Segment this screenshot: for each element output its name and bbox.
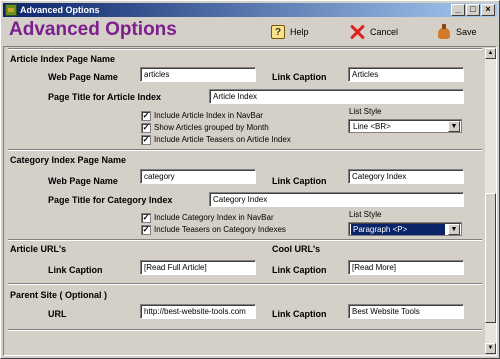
article-index-section-title: Article Index Page Name [10,54,116,64]
article-link-caption-label: Link Caption [272,72,327,82]
close-button[interactable]: × [481,4,495,16]
category-index-navbar-checkbox[interactable]: ✓ [141,213,151,223]
article-index-navbar-checkbox[interactable]: ✓ [141,111,151,121]
cancel-label: Cancel [370,27,399,37]
article-web-page-name-field[interactable]: articles [140,67,256,82]
help-label: Help [290,27,309,37]
article-list-style-select[interactable]: Line <BR> ▼ [348,119,462,133]
chevron-down-icon[interactable]: ▼ [448,224,460,235]
parent-site-url-label: URL [48,309,67,319]
category-index-section-title: Category Index Page Name [10,155,127,165]
category-list-style-select[interactable]: Paragraph <P> ▼ [348,222,462,236]
title-bar[interactable]: Advanced Options _ □ × [3,3,497,17]
category-list-style-value: Paragraph <P> [351,224,445,235]
divider [8,149,482,151]
divider [8,239,482,241]
article-teasers-label: Include Article Teasers on Article Index [154,135,291,144]
save-icon [437,24,451,40]
category-list-style-label: List Style [349,210,382,219]
cool-urls-section-title: Cool URL's [272,244,321,254]
scroll-up-icon[interactable]: ▲ [485,48,496,59]
page-title: Advanced Options [9,19,177,40]
parent-site-section-title: Parent Site ( Optional ) [10,290,108,300]
category-page-title-label: Page Title for Category Index [48,195,173,205]
category-teasers-label: Include Teasers on Category Indexes [154,225,286,234]
header-toolbar: Advanced Options ? Help Cancel Save [3,18,497,45]
category-teasers-checkbox[interactable]: ✓ [141,225,151,235]
category-web-page-name-field[interactable]: category [140,169,256,184]
articles-grouped-by-month-checkbox[interactable]: ✓ [141,123,151,133]
window-title: Advanced Options [20,5,100,15]
scroll-down-icon[interactable]: ▼ [485,343,496,354]
parent-site-url-field[interactable]: http://best-website-tools.com [140,304,256,319]
category-link-caption-field[interactable]: Category Index [348,169,464,184]
category-web-page-name-label: Web Page Name [48,176,118,186]
article-list-style-value: Line <BR> [353,122,391,131]
article-index-navbar-label: Include Article Index in NavBar [154,111,263,120]
scroll-thumb[interactable] [485,193,496,323]
save-label: Save [456,27,477,37]
parent-site-link-caption-field[interactable]: Best Website Tools [348,304,464,319]
minimize-button[interactable]: _ [451,4,465,16]
cancel-button[interactable]: Cancel [349,23,398,41]
article-teasers-checkbox[interactable]: ✓ [141,135,151,145]
help-button[interactable]: ? Help [271,23,309,41]
article-urls-link-caption-field[interactable]: [Read Full Article] [140,260,256,275]
category-page-title-field[interactable]: Category Index [209,192,464,207]
article-urls-link-caption-label: Link Caption [48,265,103,275]
article-urls-section-title: Article URL's [10,244,67,254]
cancel-icon [349,24,365,40]
category-link-caption-label: Link Caption [272,176,327,186]
category-index-navbar-label: Include Category Index in NavBar [154,213,274,222]
maximize-button[interactable]: □ [466,4,480,16]
article-web-page-name-label: Web Page Name [48,72,118,82]
divider [8,329,482,331]
article-page-title-field[interactable]: Article Index [209,89,464,104]
cool-urls-link-caption-label: Link Caption [272,265,327,275]
chevron-down-icon[interactable]: ▼ [448,121,460,132]
article-link-caption-field[interactable]: Articles [348,67,464,82]
articles-grouped-by-month-label: Show Articles grouped by Month [154,123,269,132]
article-page-title-label: Page Title for Article Index [48,92,162,102]
save-button[interactable]: Save [437,23,477,41]
window-controls: _ □ × [450,4,495,16]
options-panel: Article Index Page Name Web Page Name ar… [3,46,497,356]
app-icon [5,4,17,16]
divider [8,283,482,285]
parent-site-link-caption-label: Link Caption [272,309,327,319]
vertical-scrollbar[interactable]: ▲ ▼ [485,48,496,354]
article-list-style-label: List Style [349,107,382,116]
help-icon: ? [271,25,285,39]
cool-urls-link-caption-field[interactable]: [Read More] [348,260,464,275]
divider [8,48,482,50]
advanced-options-window: Advanced Options _ □ × Advanced Options … [0,0,500,359]
